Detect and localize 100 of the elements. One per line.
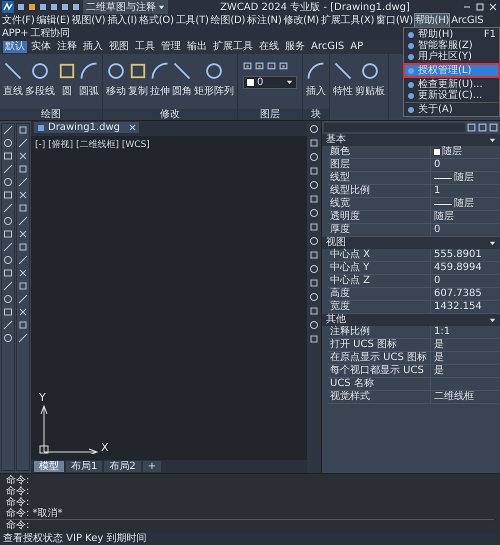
menu-item[interactable]: 用户社区(Y) (405, 51, 498, 62)
ribbon-button[interactable]: 直线 (2, 60, 24, 100)
property-value[interactable]: 是 (434, 339, 444, 351)
ribbon-tab[interactable]: AP (348, 41, 366, 53)
document-tab[interactable]: Drawing1.dwg (34, 122, 139, 133)
viewport-label[interactable]: [-] [俯视] [二维线框] [WCS] (35, 138, 303, 150)
workspace-dropdown[interactable]: 二维草图与注释 (83, 0, 168, 14)
menu-item[interactable]: 扩展工具(X) (320, 14, 374, 27)
menu-item[interactable]: 工程协同 (30, 27, 70, 40)
menu-item[interactable]: 帮助(H) (414, 14, 450, 27)
menu-item[interactable]: 绘图(D) (210, 14, 246, 27)
ribbon-tab[interactable]: 在线 (257, 41, 281, 53)
menu-item[interactable]: 窗口(W) (376, 14, 413, 27)
layer-tool-icon[interactable] (243, 62, 252, 71)
layout-tab[interactable]: 布局1 (66, 461, 102, 472)
ribbon-tab[interactable]: 注释 (55, 41, 79, 53)
maximize-icon[interactable] (475, 2, 485, 12)
tool-icon[interactable] (18, 307, 28, 317)
property-value[interactable]: 二维线框 (434, 391, 474, 403)
menu-item[interactable]: 检查更新(U)... (405, 79, 498, 90)
menu-item[interactable]: 插入(I) (107, 14, 138, 27)
property-value[interactable]: 0 (434, 159, 440, 171)
property-value[interactable]: 随层 (454, 198, 474, 210)
ribbon-tab[interactable]: 输出 (185, 41, 209, 53)
property-value[interactable]: 随层 (442, 146, 462, 158)
tool-icon (150, 61, 170, 81)
ribbon-tab[interactable]: 实体 (29, 41, 53, 53)
property-value[interactable]: 1432.154 (434, 301, 482, 313)
property-value[interactable]: 459.8994 (434, 262, 482, 274)
command-input[interactable]: 命令: (6, 519, 494, 532)
ribbon-tab[interactable]: 管理 (159, 41, 183, 53)
layout-tab[interactable]: 布局2 (104, 461, 141, 472)
ribbon-button[interactable]: 移动 (105, 60, 127, 100)
property-value[interactable]: 是 (434, 352, 444, 364)
ribbon-tab[interactable]: 插入 (81, 41, 105, 53)
layer-tool-icon[interactable] (267, 62, 276, 71)
property-group-header[interactable]: 视图 (322, 237, 500, 249)
ribbon-button[interactable]: 圆 (56, 60, 78, 100)
property-value[interactable]: 随层 (434, 211, 454, 223)
caret-icon[interactable] (489, 240, 496, 246)
tool-icon (57, 61, 77, 81)
property-value[interactable]: 607.7385 (434, 288, 482, 300)
caret-icon[interactable] (489, 136, 496, 144)
ribbon-button[interactable]: 矩形阵列 (193, 60, 235, 100)
ribbon-button[interactable]: 复制 (127, 60, 149, 100)
dot-icon (407, 30, 415, 38)
ribbon-tab[interactable]: 默认 (3, 41, 27, 53)
close-icon[interactable] (488, 2, 498, 12)
layout-tab[interactable]: 模型 (34, 461, 64, 472)
ribbon-button[interactable]: 剪贴板 (354, 60, 386, 100)
property-label: 厚度 (328, 224, 431, 236)
tool-icon (172, 61, 192, 81)
ribbon-button[interactable]: 多段线 (24, 60, 56, 100)
caret-icon[interactable] (489, 316, 496, 324)
menu-item[interactable]: 修改(M) (284, 14, 319, 27)
property-value[interactable]: 1 (434, 185, 440, 197)
ribbon-tab[interactable]: ArcGIS (309, 41, 346, 53)
property-value[interactable]: 1:1 (434, 326, 450, 338)
property-value[interactable]: 555.8901 (434, 249, 482, 261)
property-value[interactable]: 0 (434, 275, 440, 287)
layer-dropdown[interactable]: 0 (243, 76, 297, 89)
tool-icon[interactable] (18, 229, 28, 239)
menu-item[interactable]: 关于(A) (405, 104, 498, 115)
ribbon-tab[interactable]: 工具 (133, 41, 157, 53)
layer-tool-icon[interactable] (279, 62, 288, 71)
menu-item[interactable]: 标注(N) (247, 14, 282, 27)
menu-item[interactable]: APP+ (2, 27, 28, 40)
tool-icon[interactable] (18, 151, 28, 161)
menu-item[interactable]: ArcGIS (451, 14, 484, 27)
property-label: 线宽 (328, 198, 431, 210)
menu-item[interactable]: 智能客服(Z) (405, 40, 498, 51)
layer-tool-icon[interactable] (255, 62, 264, 71)
tool-icon[interactable] (18, 190, 28, 200)
ribbon-button[interactable]: 特性 (332, 60, 354, 100)
ribbon-tab[interactable]: 扩展工具 (211, 41, 255, 53)
menu-item[interactable]: 格式(O) (139, 14, 174, 27)
menu-item[interactable]: 视图(V) (72, 14, 106, 27)
tool-icon (106, 61, 126, 81)
menu-item[interactable]: 更新设置(C)... (405, 90, 498, 101)
property-value[interactable]: 是 (434, 365, 444, 377)
tool-icon (128, 61, 148, 81)
menu-item[interactable]: 工具(T) (176, 14, 209, 27)
menu-item[interactable]: 文件(F) (2, 14, 35, 27)
close-icon[interactable] (129, 124, 136, 131)
ribbon-button[interactable]: 拉伸 (149, 60, 171, 100)
property-value[interactable]: 0 (434, 224, 440, 236)
property-value[interactable]: 随层 (454, 172, 474, 184)
layout-tab[interactable]: + (142, 461, 162, 472)
ribbon-button[interactable]: 圆弧 (78, 60, 100, 100)
ribbon-button[interactable]: 插入 (305, 60, 327, 100)
menu-item[interactable]: 帮助(H) F1 (405, 29, 498, 40)
panel-title: 修改 (103, 109, 237, 120)
ribbon-button[interactable]: 圆角 (171, 60, 193, 100)
dot-icon (407, 42, 415, 50)
ribbon-tab[interactable]: 服务 (283, 41, 307, 53)
tool-icon[interactable] (18, 268, 28, 278)
property-group-header[interactable]: 基本 (322, 134, 500, 146)
menu-item[interactable]: 编辑(E) (36, 14, 70, 27)
ribbon-tab[interactable]: 视图 (107, 41, 131, 53)
property-group-header[interactable]: 其他 (322, 314, 500, 326)
